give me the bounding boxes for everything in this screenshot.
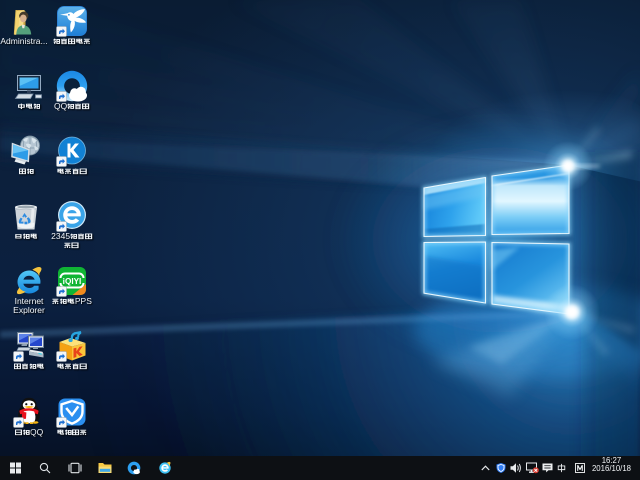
svg-text:iQIYI: iQIYI bbox=[63, 277, 82, 286]
